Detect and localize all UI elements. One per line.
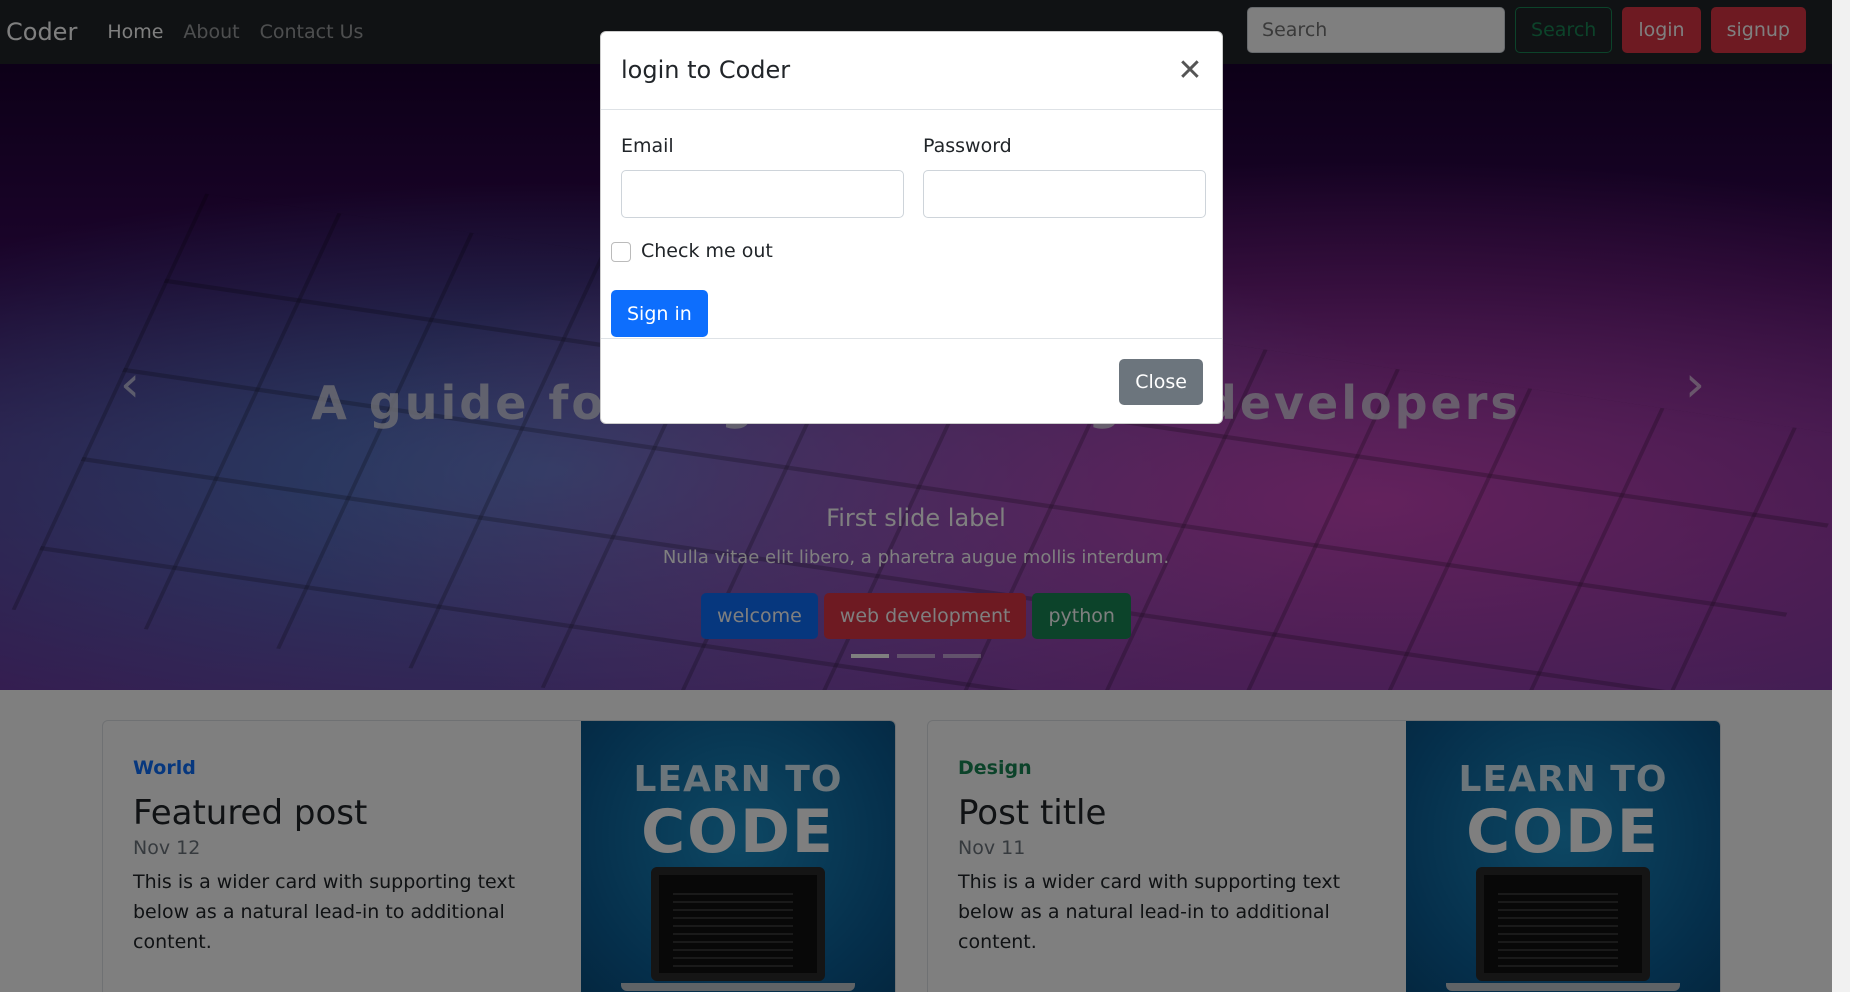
modal-header: login to Coder ✕	[601, 32, 1222, 110]
email-field[interactable]	[621, 170, 904, 218]
login-modal: login to Coder ✕ Email Password Check me…	[600, 31, 1223, 424]
sign-in-button[interactable]: Sign in	[611, 290, 708, 337]
modal-footer: Close	[601, 338, 1222, 424]
page-scrollbar[interactable]	[1832, 0, 1850, 992]
check-me-out-label: Check me out	[641, 240, 773, 262]
password-label: Password	[923, 135, 1012, 157]
check-me-out-checkbox[interactable]	[611, 242, 631, 262]
password-field[interactable]	[923, 170, 1206, 218]
modal-title: login to Coder	[621, 56, 791, 84]
close-icon[interactable]: ✕	[1172, 52, 1208, 88]
close-button[interactable]: Close	[1119, 359, 1203, 405]
email-label: Email	[621, 135, 674, 157]
